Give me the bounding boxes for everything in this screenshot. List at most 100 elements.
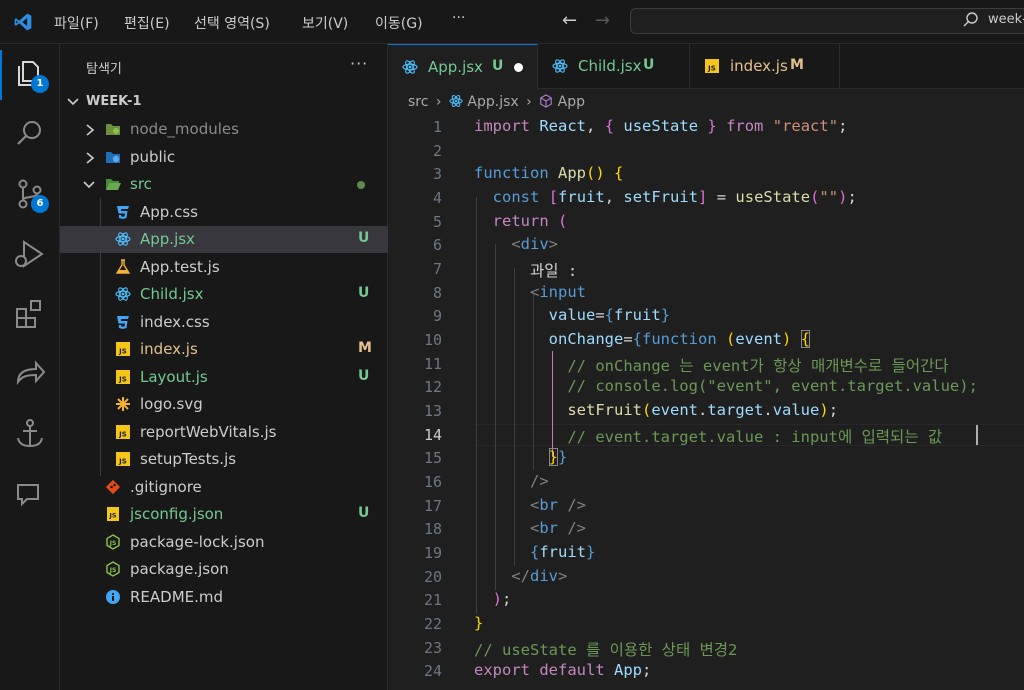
tree-item-label: App.jsx bbox=[140, 230, 195, 248]
tree-item-index-js[interactable]: JS index.js M bbox=[60, 336, 388, 363]
svg-text:JS: JS bbox=[707, 65, 716, 73]
tree-item-jsconfig[interactable]: JS jsconfig.json U bbox=[60, 501, 388, 528]
chat-icon[interactable] bbox=[12, 476, 48, 512]
line-number: 6 bbox=[432, 236, 442, 254]
tree-item-label: Child.jsx bbox=[140, 285, 204, 303]
js-file-icon: JS bbox=[705, 59, 719, 73]
folder-src-open-icon bbox=[106, 179, 121, 190]
tree-item-node-modules[interactable]: node_modules bbox=[60, 116, 388, 143]
breadcrumb-folder[interactable]: src bbox=[408, 94, 428, 110]
tree-item-label: package-lock.json bbox=[130, 533, 265, 551]
breadcrumb-separator: › bbox=[435, 94, 442, 110]
tree-item-setup-tests[interactable]: JS setupTests.js bbox=[60, 446, 388, 473]
tree-item-app-css[interactable]: App.css bbox=[60, 199, 388, 226]
anchor-icon[interactable] bbox=[12, 416, 48, 452]
code-line-9: value={fruit} bbox=[548, 306, 671, 324]
tree-item-app-test-js[interactable]: App.test.js bbox=[60, 254, 388, 281]
back-arrow-icon[interactable]: ← bbox=[562, 10, 577, 31]
tree-item-label: index.js bbox=[140, 340, 198, 358]
forward-arrow-icon[interactable]: → bbox=[595, 10, 610, 31]
code-line-11: // onChange 는 event가 항상 매개변수로 들어간다 bbox=[567, 357, 949, 375]
remote-share-icon[interactable] bbox=[12, 356, 48, 392]
tree-item-layout-js[interactable]: JS Layout.js U bbox=[60, 364, 388, 391]
extensions-icon[interactable] bbox=[12, 296, 48, 332]
menu-file[interactable]: 파일(F) bbox=[54, 13, 99, 33]
nodejs-file-icon: JS bbox=[106, 561, 120, 577]
git-status-badge: M bbox=[358, 340, 372, 356]
folder-public-icon bbox=[106, 152, 120, 163]
menu-more[interactable]: ··· bbox=[452, 10, 465, 26]
menu-view[interactable]: 보기(V) bbox=[302, 13, 348, 33]
code-line-21: ); bbox=[492, 590, 512, 608]
chevron-right-icon bbox=[86, 152, 95, 164]
code-line-19: {fruit} bbox=[530, 543, 596, 561]
line-number: 3 bbox=[432, 165, 442, 183]
tree-item-label: Layout.js bbox=[140, 368, 208, 386]
code-line-16: /> bbox=[530, 472, 549, 490]
tree-item-label: src bbox=[130, 175, 152, 193]
tab-label: Child.jsx bbox=[578, 57, 642, 75]
menu-selection[interactable]: 선택 영역(S) bbox=[194, 13, 270, 33]
code-line-4: const [fruit, setFruit] = useState(""); bbox=[492, 188, 857, 206]
unsaved-dot[interactable] bbox=[514, 63, 523, 72]
svg-text:JS: JS bbox=[109, 567, 117, 574]
symbol-cube-icon bbox=[540, 94, 552, 108]
react-file-icon bbox=[449, 95, 463, 107]
breadcrumb-symbol[interactable]: App bbox=[558, 94, 585, 110]
tree-item-src[interactable]: src bbox=[60, 171, 388, 198]
run-debug-icon[interactable] bbox=[12, 236, 48, 272]
js-file-icon: JS bbox=[116, 425, 130, 439]
tree-item-gitignore[interactable]: .gitignore bbox=[60, 474, 388, 501]
tree-item-package-lock[interactable]: JS package-lock.json bbox=[60, 529, 388, 556]
line-number: 9 bbox=[432, 307, 442, 325]
svg-text:JS: JS bbox=[118, 458, 127, 466]
line-number: 17 bbox=[423, 497, 442, 515]
explorer-more-button[interactable]: ··· bbox=[350, 54, 368, 73]
code-line-5: return ( bbox=[492, 212, 568, 230]
line-number: 22 bbox=[423, 615, 442, 633]
tree-item-index-css[interactable]: index.css bbox=[60, 309, 388, 336]
tree-item-label: logo.svg bbox=[140, 395, 203, 413]
tab-label: index.js bbox=[730, 57, 788, 75]
chevron-down-icon[interactable] bbox=[66, 95, 80, 109]
tree-item-logo-svg[interactable]: logo.svg bbox=[60, 391, 388, 418]
tab-index-js[interactable]: JS index.js M bbox=[690, 44, 840, 89]
line-number: 18 bbox=[423, 520, 442, 538]
search-text: week- bbox=[988, 12, 1024, 27]
line-number: 19 bbox=[423, 544, 442, 562]
git-file-icon bbox=[105, 479, 121, 495]
tab-app-jsx[interactable]: App.jsx U bbox=[388, 44, 538, 89]
line-number: 7 bbox=[432, 260, 442, 278]
line-number: 13 bbox=[423, 402, 442, 420]
code-line-8: <input bbox=[530, 283, 587, 301]
git-status-badge: U bbox=[358, 285, 370, 301]
tree-item-report-web-vitals[interactable]: JS reportWebVitals.js bbox=[60, 419, 388, 446]
menu-edit[interactable]: 편집(E) bbox=[124, 13, 170, 33]
tab-child-jsx[interactable]: Child.jsx U bbox=[538, 44, 690, 89]
code-line-14: // event.target.value : input에 입력되는 값 bbox=[567, 428, 943, 446]
search-view-icon[interactable] bbox=[12, 115, 48, 151]
code-line-6: <div> bbox=[511, 235, 559, 253]
code-line-13: setFruit(event.target.value); bbox=[567, 401, 839, 419]
tree-item-child-jsx[interactable]: Child.jsx U bbox=[60, 281, 388, 308]
workspace-folder-name[interactable]: WEEK-1 bbox=[86, 94, 142, 109]
code-editor[interactable]: 1 2 3 4 5 6 7 8 9 10 11 12 13 14 15 16 1… bbox=[388, 114, 1024, 690]
breadcrumb-file[interactable]: App.jsx bbox=[467, 94, 518, 110]
menu-go[interactable]: 이동(G) bbox=[375, 13, 423, 33]
js-file-icon: JS bbox=[116, 342, 130, 356]
info-file-icon bbox=[106, 590, 120, 604]
line-number: 2 bbox=[432, 142, 442, 160]
tree-item-public[interactable]: public bbox=[60, 144, 388, 171]
tree-item-app-jsx[interactable]: App.jsx U bbox=[60, 226, 388, 253]
tree-item-readme[interactable]: README.md bbox=[60, 584, 388, 611]
breadcrumb-separator: › bbox=[526, 94, 532, 110]
explorer-badge: 1 bbox=[31, 75, 49, 93]
tree-item-label: README.md bbox=[130, 588, 224, 606]
chevron-down-icon bbox=[83, 181, 95, 189]
tab-git-status: U bbox=[643, 57, 655, 73]
tree-item-package-json[interactable]: JS package.json bbox=[60, 556, 388, 583]
line-number: 10 bbox=[423, 331, 442, 349]
modified-dot bbox=[357, 181, 365, 189]
vscode-logo-icon bbox=[14, 13, 32, 31]
react-file-icon bbox=[115, 232, 131, 246]
